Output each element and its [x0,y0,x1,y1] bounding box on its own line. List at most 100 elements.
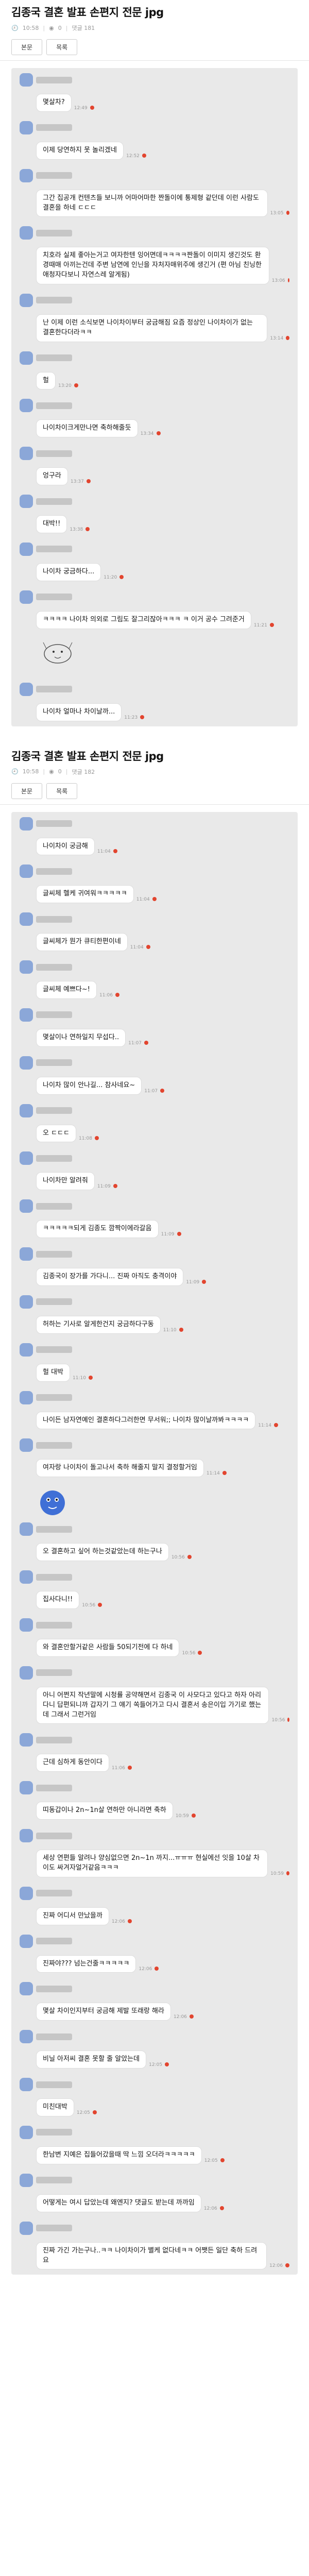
comment-row: 와 결혼안할거같은 사람들 50되기전에 다 하네 10:56 [20,1632,289,1661]
new-dot-icon [179,1327,183,1332]
new-dot-icon [202,1279,207,1284]
post-comments: 댓글 181 [72,25,95,31]
new-dot-icon [115,992,119,997]
redacted-username [36,868,72,875]
comment-row: 난 이제 이런 소식보면 나이차이부터 궁금해짐 요즘 정상인 나이차이가 없는… [20,307,289,346]
comment-time: 10:59 [270,1871,284,1876]
avatar [20,1982,33,1996]
redacted-username [36,402,72,409]
avatar [20,447,33,461]
comment-text: ㅋㅋㅋㅋㅋ되게 김종도 깜짝이에라갈음 [36,1220,159,1239]
comment-time: 11:10 [73,1375,86,1381]
comment-text: 나이차이 궁금해 [36,837,95,856]
redacted-username [36,229,72,236]
comment-author [20,1565,289,1584]
new-dot-icon [90,105,94,110]
comment-row: 나이차 얼마나 차이날까... 11:23 [20,696,289,725]
comment-row: 헐 13:20 [20,365,289,394]
comment-time: 11:09 [186,1279,200,1285]
comment-item: 치호라 실제 좋아는거고 여자한텐 잉어면데ㅋㅋㅋㅋ짠돌이 이미지 생긴것도 환… [20,221,289,289]
comment-row: 글씨체가 뭔가 큐티한편이네 11:04 [20,926,289,955]
comment-author [20,289,289,307]
new-dot-icon [198,1650,202,1655]
comment-author [20,221,289,240]
comment-author [20,1290,289,1309]
comment-text: 글씨체 예쁘다~! [36,981,97,999]
comment-row: 여자랑 나이차이 돌고나서 축하 해줄지 말지 결정할거임 11:14 [20,1452,289,1481]
list-button[interactable]: 목록 [46,783,78,799]
comment-item: 나이든 남자연예인 결혼하다그러한면 무서워;; 나이차 많이날까봐ㅋㅋㅋㅋ 11… [20,1386,289,1434]
new-dot-icon [113,849,117,854]
comment-item: 오 ㄷㄷㄷ 11:08 [20,1099,289,1147]
comment-text: 난 이제 이런 소식보면 나이차이부터 궁금해짐 요즘 정상인 나이차이가 없는… [36,314,268,342]
chat-capture-1: 몇살차? 12:49 이제 당연하지 못 놀리겠네 12:52 그간 집공개 컨텐츠들 … [0,68,309,726]
new-dot-icon [146,945,150,950]
avatar [20,293,33,307]
redacted-username [36,498,72,505]
comment-item: 한남변 지예은 집들어갔을때 딱 느낌 오더라ㅋㅋㅋㅋㅋ 12:05 [20,2121,289,2168]
comment-item: 그간 집공개 컨텐츠들 보니까 어마어마한 짠돌이에 통제형 같던데 이런 사람… [20,164,289,222]
comment-time: 12:06 [269,2263,283,2269]
avatar [20,1295,33,1309]
avatar [20,1247,33,1261]
post-time: 10:58 [22,24,39,31]
drawing-sticker-image [37,636,78,677]
comment-author [20,1517,289,1536]
comment-time: 13:34 [140,431,154,437]
comment-item: 진짜 가긴 가는구나..ㅋㅋ 나이차이가 별케 없다네ㅋㅋ 어쨋든 일단 축하 … [20,2216,289,2274]
comment-text: 몇살 차이인지부터 궁금해 제발 또래랑 해라 [36,2003,171,2021]
comment-row: ㅋㅋㅋㅋㅋ되게 김종도 깜짝이에라갈음 11:09 [20,1213,289,1242]
comment-row: 대박!! 13:38 [20,508,289,537]
new-dot-icon [286,211,289,215]
divider [0,60,309,61]
new-dot-icon [286,335,289,340]
comment-item: 미친대박 12:05 [20,2073,289,2121]
comment-item: 난 이제 이런 소식보면 나이차이부터 궁금해짐 요즘 정상인 나이차이가 없는… [20,289,289,346]
redacted-username [36,820,72,827]
comment-time: 10:56 [182,1650,196,1656]
new-dot-icon [92,2110,97,2114]
avatar [20,1733,33,1747]
new-dot-icon [74,383,78,388]
comment-author [20,1242,289,1261]
capture-screenshot: 나이차이 궁금해 11:04 글씨체 헬케 귀여워ㅋㅋㅋㅋㅋ 11:04 글씨체가 뭔가… [11,811,298,2275]
comment-item: 글씨체 헬케 귀여워ㅋㅋㅋㅋㅋ 11:04 [20,859,289,907]
redacted-username [36,963,72,971]
post-header-2: 김종국 결혼 발표 손편지 전문 jpg 🕘 10:58 | ◉ 0 | 댓글 … [0,742,309,799]
new-dot-icon [94,1136,99,1141]
comment-author [20,1194,289,1213]
list-button[interactable]: 목록 [46,39,78,55]
comment-text: 집사다니!! [36,1591,80,1609]
comment-text: 진짜야??? 넘는건줄ㅋㅋㅋㅋㅋ [36,1955,136,1973]
capture-screenshot: 몇살차? 12:49 이제 당연하지 못 놀리겠네 12:52 그간 집공개 컨텐츠들 … [11,68,298,726]
comment-row: 엉구라 13:37 [20,460,289,489]
comment-text: 치호라 실제 좋아는거고 여자한텐 잉어면데ㅋㅋㅋㅋ짠돌이 이미지 생긴것도 환… [36,247,269,284]
comment-text: 이제 당연하지 못 놀리겠네 [36,141,124,160]
comment-author [20,164,289,182]
comment-text: 어떻게는 여시 답았는데 왜엔지? 댓글도 받는데 까까임 [36,2194,201,2212]
post-nav: 본문 목록 [11,39,298,55]
comment-author [20,116,289,134]
comment-author [20,2216,289,2235]
comment-author [20,955,289,974]
comment-text: 비닐 아저씨 결혼 못할 줄 알았는데 [36,2050,147,2069]
comment-item: 비닐 아저씨 결혼 못할 줄 알았는데 12:05 [20,2025,289,2073]
redacted-username [36,450,72,457]
comment-author [20,1433,289,1452]
comment-time: 11:04 [97,849,111,855]
new-dot-icon [191,1814,196,1818]
comment-item: 진짜야??? 넘는건줄ㅋㅋㅋㅋㅋ 12:06 [20,1929,289,1977]
comment-row: 진짜 어디서 만났을까 12:06 [20,1900,289,1929]
comment-row: 한남변 지예은 집들어갔을때 딱 느낌 오더라ㅋㅋㅋㅋㅋ 12:05 [20,2139,289,2168]
comment-text: 헐 [36,371,56,390]
avatar [20,1199,33,1213]
original-post-button[interactable]: 본문 [11,783,43,799]
redacted-username [36,1938,72,1945]
comment-text: 한남변 지예은 집들어갔을때 딱 느낌 오더라ㅋㅋㅋㅋㅋ [36,2146,202,2164]
redacted-username [36,1059,72,1066]
avatar [20,1104,33,1117]
comment-text: 진짜 가긴 가는구나..ㅋㅋ 나이차이가 별케 없다네ㅋㅋ 어쨋든 일단 축하 … [36,2242,267,2270]
original-post-button[interactable]: 본문 [11,39,43,55]
comment-time: 10:56 [82,1603,96,1608]
comment-time: 13:14 [270,335,284,341]
